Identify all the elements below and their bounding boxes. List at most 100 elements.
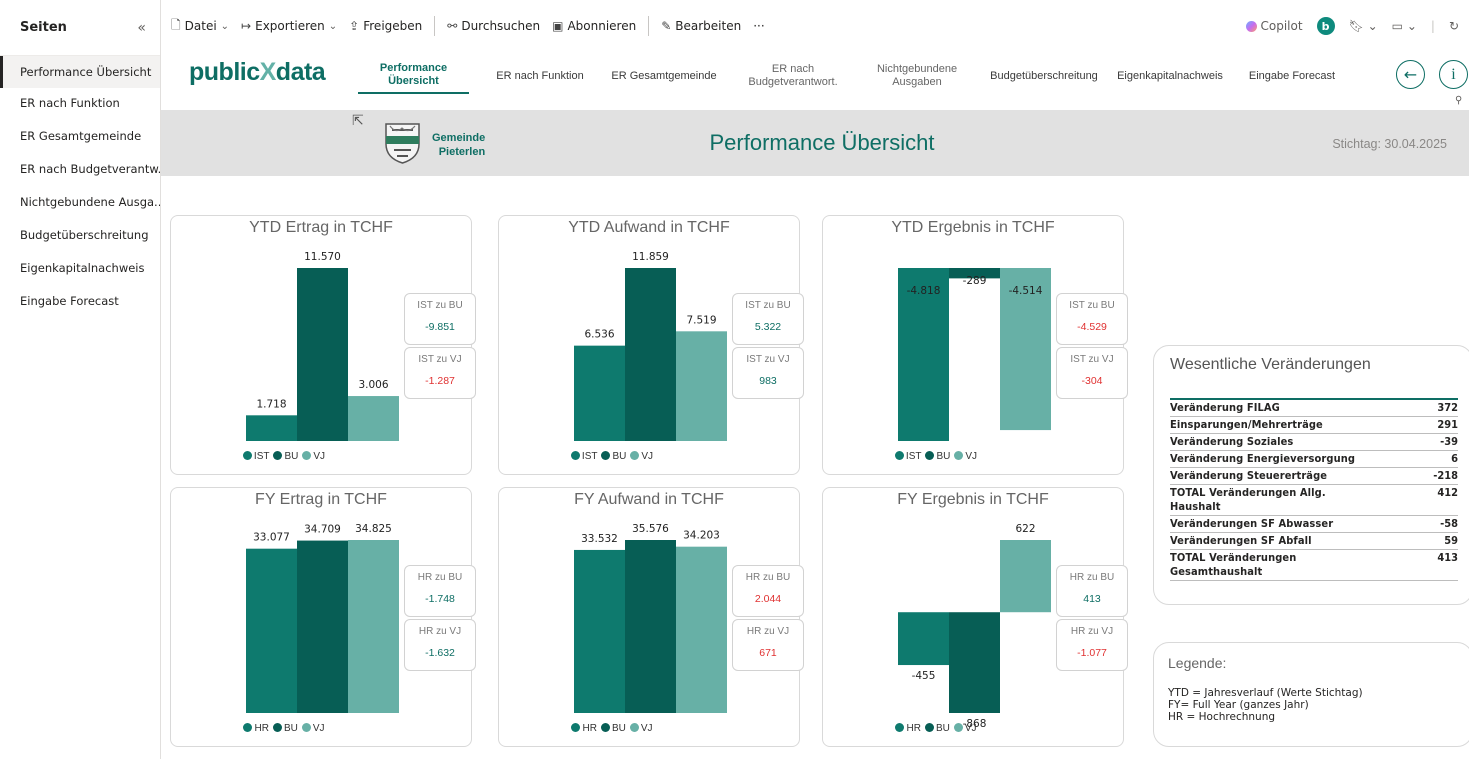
changes-row: Veränderung Energieversorgung 6 bbox=[1170, 451, 1458, 468]
sidebar-item-budgetueberschreitung[interactable]: Budgetüberschreitung bbox=[0, 219, 160, 251]
legend-label: BU bbox=[284, 451, 299, 462]
chart-card-fy-aufwand: FY Aufwand in TCHF 33.532 35.576 34.203 HR z… bbox=[498, 487, 804, 747]
kpi-box: HR zu VJ 671 bbox=[732, 619, 804, 671]
bar-bu[interactable] bbox=[625, 540, 676, 713]
legend-dot bbox=[243, 723, 253, 732]
kpi-value: -4.529 bbox=[1077, 321, 1107, 333]
chart-legend: IST BU VJ bbox=[823, 451, 1053, 462]
bar-vj[interactable] bbox=[1000, 540, 1051, 613]
bar-ist[interactable] bbox=[574, 345, 625, 441]
brand-x: X bbox=[259, 58, 277, 86]
collapse-sidebar-icon[interactable]: « bbox=[137, 20, 146, 36]
kpi-value: -304 bbox=[1081, 375, 1103, 387]
brand-part: data bbox=[275, 58, 326, 86]
share-button[interactable]: ⇪ Freigeben bbox=[349, 19, 422, 33]
legend-label: VJ bbox=[964, 723, 977, 734]
changes-panel: Wesentliche Veränderungen Veränderung FI… bbox=[1153, 345, 1469, 605]
nav-budgetueberschreitung[interactable]: Budgetüberschreitung bbox=[983, 58, 1105, 94]
legend-dot bbox=[571, 723, 581, 732]
refresh-icon[interactable]: ↻ bbox=[1449, 19, 1459, 33]
share-label: Freigeben bbox=[363, 19, 423, 33]
legend-label: BU bbox=[611, 723, 626, 734]
nav-er-nach-funktion[interactable]: ER nach Funktion bbox=[488, 58, 592, 94]
kpi-value: -1.748 bbox=[425, 593, 455, 605]
bar-ist[interactable] bbox=[246, 415, 297, 441]
subscribe-icon: ▣ bbox=[552, 19, 564, 33]
bar-hr[interactable] bbox=[898, 612, 949, 666]
pages-sidebar: Seiten « Performance Übersicht ER nach F… bbox=[0, 0, 161, 759]
nav-eingabe-forecast[interactable]: Eingabe Forecast bbox=[1240, 58, 1344, 94]
changes-row: Veränderung Steuererträge -218 bbox=[1170, 468, 1458, 485]
share-icon: ⇪ bbox=[349, 19, 360, 33]
kpi-box: IST zu BU -9.851 bbox=[404, 293, 476, 345]
legend-dot bbox=[895, 723, 905, 732]
more-options-button[interactable]: ··· bbox=[753, 19, 764, 33]
bar-vj[interactable] bbox=[348, 540, 399, 713]
kpi-box: IST zu VJ -1.287 bbox=[404, 347, 476, 399]
data-label: 33.077 bbox=[253, 532, 290, 544]
sidebar-item-eigenkapitalnachweis[interactable]: Eigenkapitalnachweis bbox=[0, 252, 160, 284]
search-button[interactable]: ⚯ Durchsuchen bbox=[447, 19, 540, 33]
kpi-box: IST zu BU 5.322 bbox=[732, 293, 804, 345]
back-button[interactable]: ← bbox=[1396, 60, 1425, 89]
toolbar-divider bbox=[648, 16, 650, 36]
municipality-line2: Pieterlen bbox=[438, 146, 486, 158]
sidebar-item-eingabe-forecast[interactable]: Eingabe Forecast bbox=[0, 285, 160, 317]
bar-bu[interactable] bbox=[297, 268, 348, 441]
bar-bu[interactable] bbox=[297, 540, 348, 713]
toolbar-right: Copilot b 🔖︎ ⌄ ▭ ⌄ | ↻ bbox=[1245, 10, 1459, 42]
sidebar-item-er-nach-funktion[interactable]: ER nach Funktion bbox=[0, 87, 160, 119]
sidebar-item-performance-uebersicht[interactable]: Performance Übersicht bbox=[0, 56, 160, 88]
legend-line: YTD = Jahresverlauf (Werte Stichtag) bbox=[1168, 687, 1363, 699]
nav-eigenkapitalnachweis[interactable]: Eigenkapitalnachweis bbox=[1110, 58, 1230, 94]
bar-bu[interactable] bbox=[949, 612, 1000, 713]
legend-label: VJ bbox=[641, 451, 654, 462]
chart-legend: HR BU VJ bbox=[823, 723, 1053, 734]
kpi-value: -1.632 bbox=[425, 647, 455, 659]
info-icon: i bbox=[1451, 65, 1456, 83]
bar-vj[interactable] bbox=[676, 546, 727, 713]
chart-card-fy-ergebnis: FY Ergebnis in TCHF -455 -868 622 HR zu BU 41… bbox=[822, 487, 1128, 747]
sidebar-item-er-nach-budgetverantwortung[interactable]: ER nach Budgetverantw... bbox=[0, 153, 160, 185]
bar-hr[interactable] bbox=[574, 549, 625, 713]
copilot-button[interactable]: Copilot bbox=[1245, 19, 1303, 33]
sidebar-item-nichtgebundene-ausgaben[interactable]: Nichtgebundene Ausga... bbox=[0, 186, 160, 218]
nav-er-gesamtgemeinde[interactable]: ER Gesamtgemeinde bbox=[605, 58, 723, 94]
kpi-value: -9.851 bbox=[425, 321, 455, 333]
bar-vj[interactable] bbox=[676, 331, 727, 441]
nav-er-nach-budgetverantwortung[interactable]: ER nach Budgetverantwort. bbox=[738, 58, 848, 94]
changes-row-name: Einsparungen/Mehrerträge bbox=[1170, 418, 1323, 431]
legend-label: BU bbox=[283, 723, 298, 734]
data-label: -4.514 bbox=[1009, 285, 1043, 297]
brand-part: public bbox=[189, 58, 260, 86]
bar-hr[interactable] bbox=[246, 548, 297, 713]
chart-legend: HR BU VJ bbox=[499, 723, 729, 734]
municipality-name: Gemeinde Pieterlen bbox=[432, 131, 485, 159]
file-menu-button[interactable]: 🗋 Datei ⌄ bbox=[171, 16, 229, 37]
legend-dot bbox=[600, 723, 610, 732]
sidebar-item-er-gesamtgemeinde[interactable]: ER Gesamtgemeinde bbox=[0, 120, 160, 152]
search-label: Durchsuchen bbox=[461, 19, 541, 33]
user-avatar[interactable]: b bbox=[1316, 17, 1335, 35]
reference-date: Stichtag: 30.04.2025 bbox=[1332, 137, 1447, 151]
subscribe-button[interactable]: ▣ Abonnieren bbox=[552, 19, 636, 33]
nav-nichtgebundene-ausgaben[interactable]: Nichtgebundene Ausgaben bbox=[862, 58, 972, 94]
changes-row-value: 413 bbox=[1437, 551, 1458, 564]
chevron-down-icon: ⌄ bbox=[328, 20, 338, 32]
info-button[interactable]: i bbox=[1439, 60, 1468, 89]
export-menu-button[interactable]: ↦ Exportieren ⌄ bbox=[241, 19, 337, 33]
kpi-label: IST zu VJ bbox=[418, 354, 462, 365]
changes-row: Einsparungen/Mehrerträge 291 bbox=[1170, 417, 1458, 434]
view-icon[interactable]: ▭ ⌄ bbox=[1392, 19, 1417, 33]
pencil-icon: ✎ bbox=[661, 19, 672, 33]
bar-vj[interactable] bbox=[348, 396, 399, 441]
nav-performance-uebersicht[interactable]: Performance Übersicht bbox=[358, 58, 469, 94]
edit-button[interactable]: ✎ Bearbeiten bbox=[661, 19, 741, 33]
legend-label: VJ bbox=[312, 723, 325, 734]
legend-dot bbox=[601, 451, 611, 460]
pin-icon[interactable]: ⚲ bbox=[1455, 95, 1462, 106]
chart-card-fy-ertrag: FY Ertrag in TCHF 33.077 34.709 34.825 HR zu… bbox=[170, 487, 476, 747]
data-label: 35.576 bbox=[632, 523, 669, 535]
bookmark-icon[interactable]: 🔖︎ ⌄ bbox=[1349, 19, 1378, 33]
bar-bu[interactable] bbox=[625, 268, 676, 441]
